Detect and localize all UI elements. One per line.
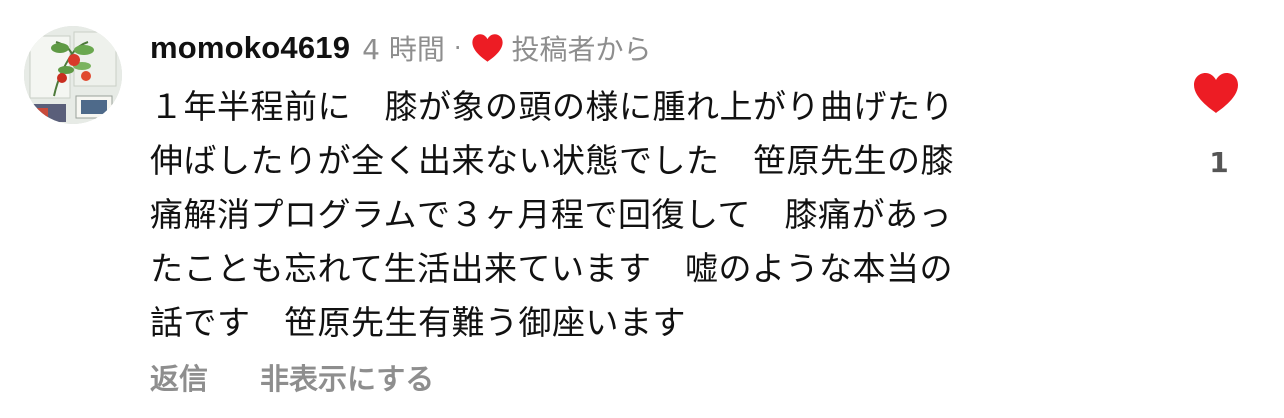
- avatar[interactable]: [24, 26, 122, 124]
- reply-button[interactable]: 返信: [150, 356, 208, 398]
- username-link[interactable]: momoko4619: [150, 30, 350, 66]
- avatar-photo: [24, 26, 122, 124]
- liked-by-author-label: 投稿者から: [511, 33, 652, 66]
- comment-item: momoko4619 4 時間 · 投稿者から １年半程前に 膝が象の頭の様に腫…: [0, 0, 1284, 418]
- like-count[interactable]: 1: [1209, 146, 1228, 179]
- heart-icon: [471, 33, 504, 63]
- like-heart-icon[interactable]: [1192, 72, 1240, 114]
- comment-text: １年半程前に 膝が象の頭の様に腫れ上がり曲げたり 伸ばしたりが全く出来ない状態で…: [150, 87, 954, 342]
- separator-dot: ·: [453, 34, 462, 62]
- comment-header: momoko4619 4 時間 · 投稿者から: [150, 28, 652, 68]
- like-column: 1: [1188, 72, 1244, 179]
- hide-button[interactable]: 非表示にする: [260, 356, 434, 398]
- timestamp: 4 時間: [362, 33, 445, 66]
- comment-actions: 返信 非表示にする: [150, 356, 434, 398]
